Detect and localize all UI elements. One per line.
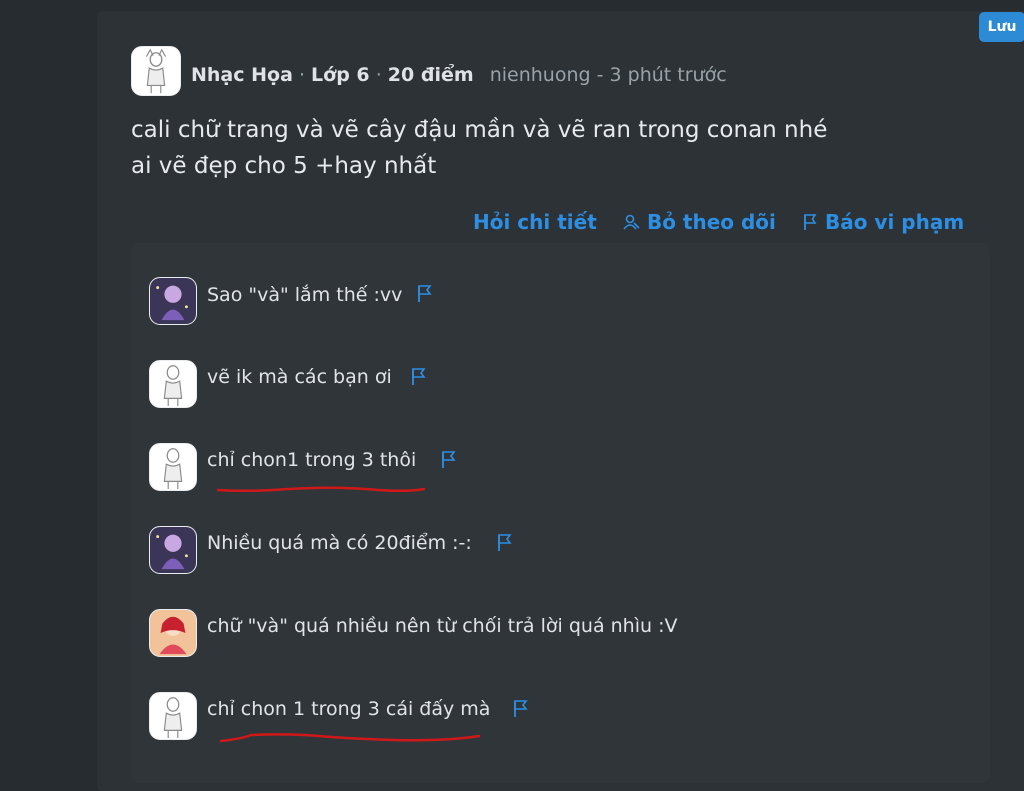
comment-avatar[interactable] xyxy=(149,526,197,574)
comment-text: chỉ chon 1 trong 3 cái đấy mà xyxy=(207,698,491,720)
post-grade[interactable]: Lớp 6 xyxy=(311,64,370,86)
report-flag-icon[interactable] xyxy=(416,283,434,303)
unfollow-link[interactable]: Bỏ theo dõi xyxy=(622,207,776,237)
report-label: Báo vi phạm xyxy=(824,210,965,234)
time-separator: - xyxy=(596,64,604,86)
sketch-avatar-icon xyxy=(150,444,196,490)
report-flag-icon[interactable] xyxy=(440,449,458,469)
flag-icon xyxy=(804,214,817,230)
save-button[interactable]: Lưu xyxy=(979,12,1024,42)
post-time: 3 phút trước xyxy=(609,64,727,86)
red-underline-annotation xyxy=(216,486,426,493)
sketch-avatar-icon xyxy=(132,47,180,95)
comment-text: chữ "và" quá nhiều nên từ chối trả lời q… xyxy=(207,615,678,637)
report-flag-icon[interactable] xyxy=(410,366,428,386)
unfollow-label: Bỏ theo dõi xyxy=(646,210,776,234)
ask-detail-link[interactable]: Hỏi chi tiết xyxy=(473,207,597,237)
red-underline-annotation xyxy=(219,733,481,743)
comment-avatar[interactable] xyxy=(149,277,197,325)
unfollow-icon xyxy=(623,214,640,230)
anime-avatar-icon xyxy=(150,278,196,324)
post-points: 20 điểm xyxy=(387,64,474,86)
report-flag-icon[interactable] xyxy=(512,698,530,718)
comment-text: Nhiều quá mà có 20điểm :-: xyxy=(207,532,472,554)
post-header: Nhạc Họa · Lớp 6 · 20 điểm nienhuong - 3… xyxy=(191,60,727,90)
report-link[interactable]: Báo vi phạm xyxy=(802,207,964,237)
dot-separator: · xyxy=(375,64,382,86)
comment-avatar[interactable] xyxy=(149,692,197,740)
question-line: cali chữ trang và vẽ cây đậu mần và vẽ r… xyxy=(131,117,828,143)
comment-avatar[interactable] xyxy=(149,360,197,408)
question-line: ai vẽ đẹp cho 5 +hay nhất xyxy=(131,153,437,179)
anime-avatar-icon xyxy=(150,610,196,656)
report-flag-icon[interactable] xyxy=(496,532,514,552)
anime-avatar-icon xyxy=(150,527,196,573)
post-author[interactable]: nienhuong xyxy=(490,64,591,86)
question-body: cali chữ trang và vẽ cây đậu mần và vẽ r… xyxy=(131,112,891,184)
comment-text: vẽ ik mà các bạn ơi xyxy=(207,366,392,388)
comment-avatar[interactable] xyxy=(149,443,197,491)
sketch-avatar-icon xyxy=(150,693,196,739)
sketch-avatar-icon xyxy=(150,361,196,407)
comment-avatar[interactable] xyxy=(149,609,197,657)
post-avatar[interactable] xyxy=(131,46,181,96)
post-subject[interactable]: Nhạc Họa xyxy=(191,64,293,86)
dot-separator: · xyxy=(298,64,305,86)
ask-detail-label: Hỏi chi tiết xyxy=(473,210,597,234)
comment-text: Sao "và" lắm thế :vv xyxy=(207,284,403,306)
comment-text: chỉ chon1 trong 3 thôi xyxy=(207,449,417,471)
